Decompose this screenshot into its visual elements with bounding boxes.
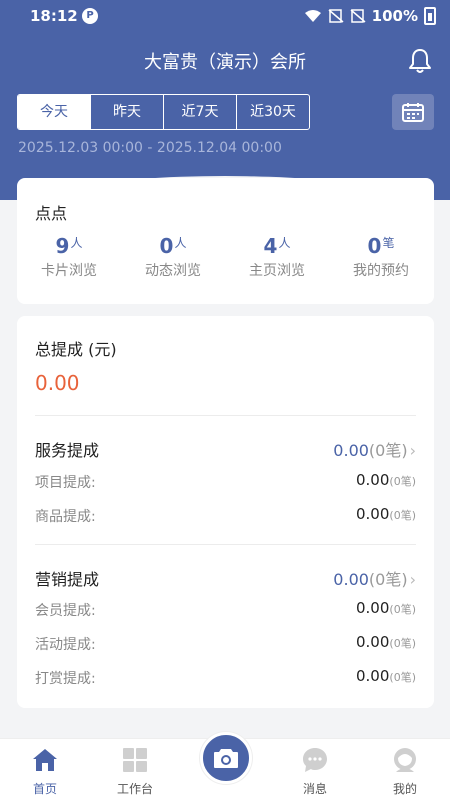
bell-icon[interactable]	[408, 48, 432, 74]
row-count: (0笔)	[389, 637, 416, 650]
stat-unit: 人	[278, 236, 291, 250]
member-commission-value: 0.00(0笔)	[356, 599, 416, 617]
commission-card: 总提成 (元) 0.00 服务提成 0.00(0笔) › 项目提成: 0.00(0…	[17, 316, 434, 708]
activity-commission-value: 0.00(0笔)	[356, 633, 416, 651]
marketing-commission-amount: 0.00	[333, 570, 369, 589]
row-count: (0笔)	[389, 509, 416, 522]
camera-icon	[214, 749, 238, 768]
tab-last-30-days[interactable]: 近30天	[237, 95, 309, 129]
stat-unit: 笔	[382, 236, 395, 250]
tabbar-label: 首页	[32, 782, 57, 796]
profile-icon	[394, 748, 416, 772]
chat-icon	[303, 748, 327, 772]
battery-percent: 100%	[371, 7, 418, 25]
project-commission-label: 项目提成:	[35, 475, 96, 491]
tab-today[interactable]: 今天	[18, 95, 91, 129]
row-amount: 0.00	[356, 505, 390, 523]
battery-icon	[424, 7, 436, 25]
row-count: (0笔)	[389, 603, 416, 616]
status-time: 18:12	[30, 7, 78, 25]
status-indicators: 100%	[304, 7, 436, 25]
tip-commission-value: 0.00(0笔)	[356, 667, 416, 685]
total-commission-value: 0.00	[35, 371, 80, 395]
stat-unit: 人	[70, 236, 83, 250]
tabbar-label: 工作台	[116, 782, 153, 796]
service-commission-title[interactable]: 服务提成	[35, 437, 99, 461]
chevron-right-icon: ›	[409, 441, 416, 460]
stat-label: 动态浏览	[145, 263, 201, 279]
service-commission-count: (0笔)	[368, 441, 408, 460]
status-bar: 18:12 P 100%	[0, 0, 450, 32]
row-count: (0笔)	[389, 671, 416, 684]
divider	[35, 544, 416, 545]
wifi-icon	[304, 10, 321, 22]
tip-commission-label: 打赏提成:	[35, 671, 96, 687]
row-count: (0笔)	[389, 475, 416, 488]
goods-commission-label: 商品提成:	[35, 509, 96, 525]
stat-value: 0	[367, 234, 382, 258]
tabbar-label: 我的	[392, 782, 417, 796]
stat-value: 0	[159, 234, 174, 258]
stat-label: 主页浏览	[249, 263, 305, 279]
service-commission-value[interactable]: 0.00(0笔) ›	[333, 437, 416, 461]
tab-last-7-days[interactable]: 近7天	[164, 95, 237, 129]
page-title: 大富贵（演示）会所	[144, 52, 306, 73]
stat-homepage-views[interactable]: 4人 主页浏览	[225, 234, 329, 280]
no-sim-icon-2	[350, 9, 366, 23]
goods-commission-value: 0.00(0笔)	[356, 505, 416, 523]
row-amount: 0.00	[356, 633, 390, 651]
tabbar-home[interactable]: 首页	[0, 739, 90, 797]
chevron-right-icon: ›	[409, 570, 416, 589]
stat-value: 9	[55, 234, 70, 258]
calendar-icon	[402, 103, 424, 122]
row-amount: 0.00	[356, 667, 390, 685]
camera-button[interactable]	[200, 732, 252, 784]
row-amount: 0.00	[356, 471, 390, 489]
home-icon	[33, 749, 57, 771]
stat-label: 卡片浏览	[41, 263, 97, 279]
tabbar-workbench[interactable]: 工作台	[90, 739, 180, 797]
activity-commission-label: 活动提成:	[35, 637, 96, 653]
tabbar-messages[interactable]: 消息	[270, 739, 360, 797]
divider	[35, 415, 416, 416]
date-range: 2025.12.03 00:00 - 2025.12.04 00:00	[18, 140, 282, 156]
stats-row: 9人 卡片浏览 0人 动态浏览 4人 主页浏览 0笔 我的预约	[17, 234, 434, 280]
project-commission-value: 0.00(0笔)	[356, 471, 416, 489]
member-commission-label: 会员提成:	[35, 603, 96, 619]
stat-feed-views[interactable]: 0人 动态浏览	[121, 234, 225, 280]
calendar-button[interactable]	[392, 94, 434, 130]
total-commission-label: 总提成 (元)	[35, 340, 117, 359]
shop-stats-card: 点点 9人 卡片浏览 0人 动态浏览 4人 主页浏览 0笔 我的预约	[17, 178, 434, 304]
tabbar-label: 消息	[302, 782, 327, 796]
row-amount: 0.00	[356, 599, 390, 617]
marketing-commission-count: (0笔)	[368, 570, 408, 589]
marketing-commission-title[interactable]: 营销提成	[35, 566, 99, 590]
shop-name: 点点	[35, 204, 68, 223]
app-notification-icon: P	[82, 8, 98, 24]
grid-icon	[123, 748, 147, 772]
no-sim-icon	[328, 9, 344, 23]
date-tabs: 今天 昨天 近7天 近30天	[17, 94, 310, 130]
stat-my-bookings[interactable]: 0笔 我的预约	[329, 234, 433, 280]
tab-yesterday[interactable]: 昨天	[91, 95, 164, 129]
stat-unit: 人	[174, 236, 187, 250]
stat-value: 4	[263, 234, 278, 258]
service-commission-amount: 0.00	[333, 441, 369, 460]
marketing-commission-value[interactable]: 0.00(0笔) ›	[333, 566, 416, 590]
stat-card-views[interactable]: 9人 卡片浏览	[17, 234, 121, 280]
tabbar-profile[interactable]: 我的	[360, 739, 450, 797]
stat-label: 我的预约	[353, 263, 409, 279]
